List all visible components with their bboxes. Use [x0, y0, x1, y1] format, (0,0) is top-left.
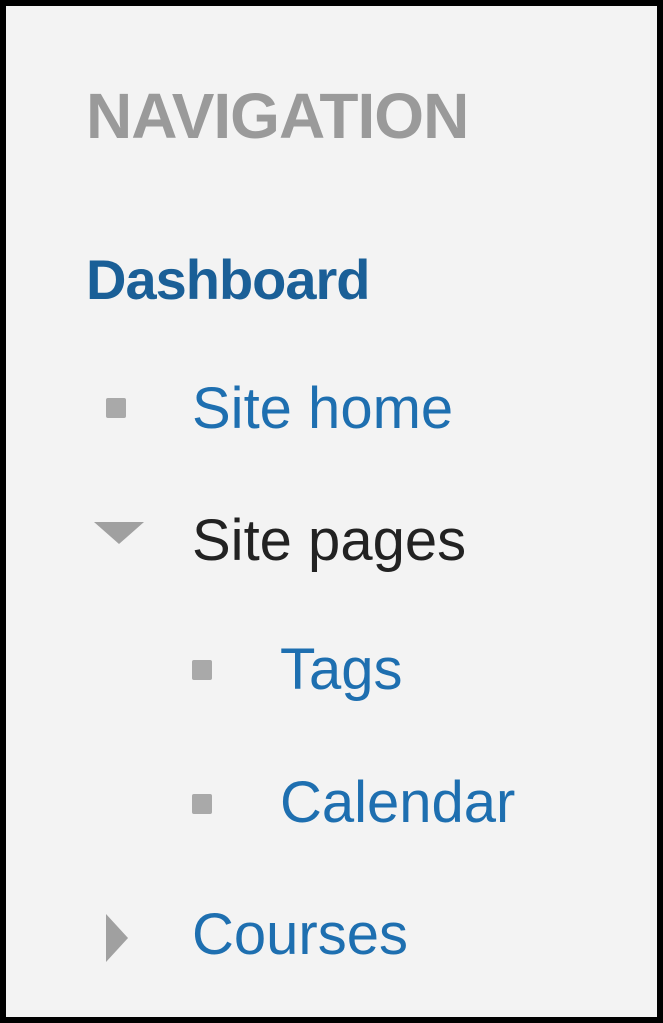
nav-item-site-pages[interactable]: Site pages: [192, 512, 466, 570]
navigation-heading: NAVIGATION: [86, 80, 469, 152]
nav-item-site-home[interactable]: Site home: [192, 380, 453, 438]
bullet-icon: [106, 398, 126, 418]
nav-item-dashboard[interactable]: Dashboard: [86, 252, 370, 308]
nav-item-tags[interactable]: Tags: [280, 641, 403, 699]
navigation-block: NAVIGATION Dashboard Site home Site page…: [0, 0, 663, 1023]
caret-right-icon[interactable]: [106, 914, 128, 962]
caret-down-icon[interactable]: [94, 522, 144, 544]
nav-item-courses[interactable]: Courses: [192, 906, 408, 964]
bullet-icon: [192, 660, 212, 680]
bullet-icon: [192, 794, 212, 814]
nav-item-calendar[interactable]: Calendar: [280, 774, 515, 832]
